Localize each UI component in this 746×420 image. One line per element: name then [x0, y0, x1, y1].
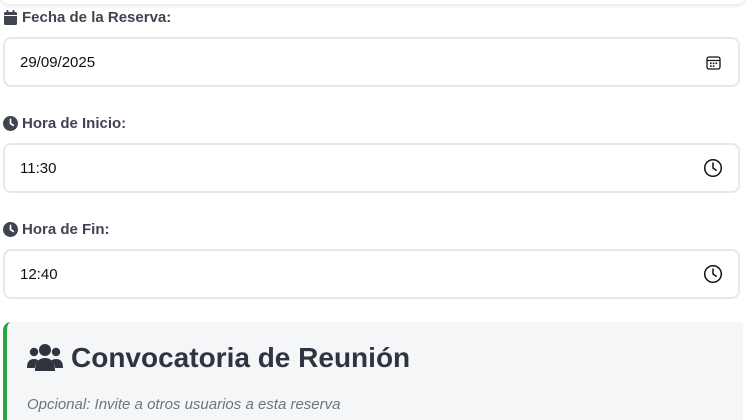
date-label: Fecha de la Reserva: [2, 7, 171, 27]
calendar-icon [2, 9, 18, 25]
clock-icon [2, 115, 18, 131]
clock-icon [2, 221, 18, 237]
users-icon [27, 343, 63, 373]
start-time-label-text: Hora de Inicio: [22, 114, 127, 132]
meeting-subtitle: Opcional: Invite a otros usuarios a esta… [27, 396, 341, 413]
reservation-form: Fecha de la Reserva: 29/09/2025 Hora de … [0, 0, 746, 420]
clock-picker-icon[interactable] [702, 157, 724, 179]
end-time-value: 12:40 [20, 265, 58, 283]
start-time-field[interactable]: 11:30 [3, 143, 740, 193]
date-label-text: Fecha de la Reserva: [22, 8, 172, 26]
end-time-field[interactable]: 12:40 [3, 249, 740, 299]
previous-card-edge [0, 0, 746, 4]
start-time-label: Hora de Inicio: [2, 113, 126, 133]
date-value: 29/09/2025 [20, 53, 96, 71]
meeting-invite-card: Convocatoria de Reunión Opcional: Invite… [3, 322, 743, 420]
meeting-title: Convocatoria de Reunión [27, 342, 410, 374]
start-time-value: 11:30 [20, 159, 57, 177]
date-field[interactable]: 29/09/2025 [3, 37, 740, 87]
end-time-label: Hora de Fin: [2, 219, 110, 239]
meeting-title-text: Convocatoria de Reunión [71, 342, 411, 373]
end-time-label-text: Hora de Fin: [22, 220, 110, 238]
calendar-picker-icon[interactable] [702, 51, 724, 73]
clock-picker-icon[interactable] [702, 263, 724, 285]
